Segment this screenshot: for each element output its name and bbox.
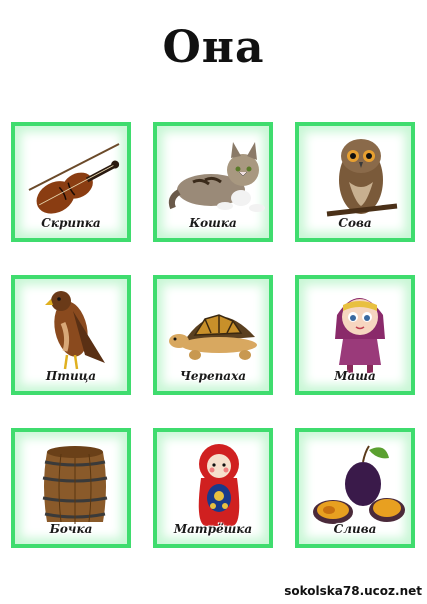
card-label: Сова <box>338 216 372 230</box>
card-plum: Слива <box>295 428 415 548</box>
card-label: Скрипка <box>41 216 101 230</box>
matryoshka-icon <box>198 444 240 526</box>
card-matryoshka: Матрёшка <box>153 428 273 548</box>
cat-icon <box>168 142 265 212</box>
hawk-icon <box>45 291 105 370</box>
card-label: Маша <box>334 369 376 383</box>
card-label: Слива <box>333 522 377 536</box>
owl-icon <box>326 139 398 217</box>
plum-icon <box>313 445 405 524</box>
card-violin: Скрипка <box>11 122 131 242</box>
card-label: Бочка <box>49 522 93 536</box>
card-label: Птица <box>45 369 97 383</box>
card-label: Кошка <box>189 216 237 230</box>
card-owl: Сова <box>295 122 415 242</box>
violin-icon <box>28 143 120 214</box>
turtle-icon <box>169 314 257 360</box>
card-masha: Маша <box>295 275 415 395</box>
card-cat: Кошка <box>153 122 273 242</box>
watermark: sokolska78.ucoz.net <box>284 584 422 598</box>
barrel-icon <box>42 446 108 524</box>
card-turtle: Черепаха <box>153 275 273 395</box>
masha-icon <box>335 298 385 373</box>
card-label: Матрёшка <box>173 522 253 536</box>
page-title: Она <box>162 22 265 73</box>
card-label: Черепаха <box>179 369 247 383</box>
card-hawk: Птица <box>11 275 131 395</box>
card-barrel: Бочка <box>11 428 131 548</box>
